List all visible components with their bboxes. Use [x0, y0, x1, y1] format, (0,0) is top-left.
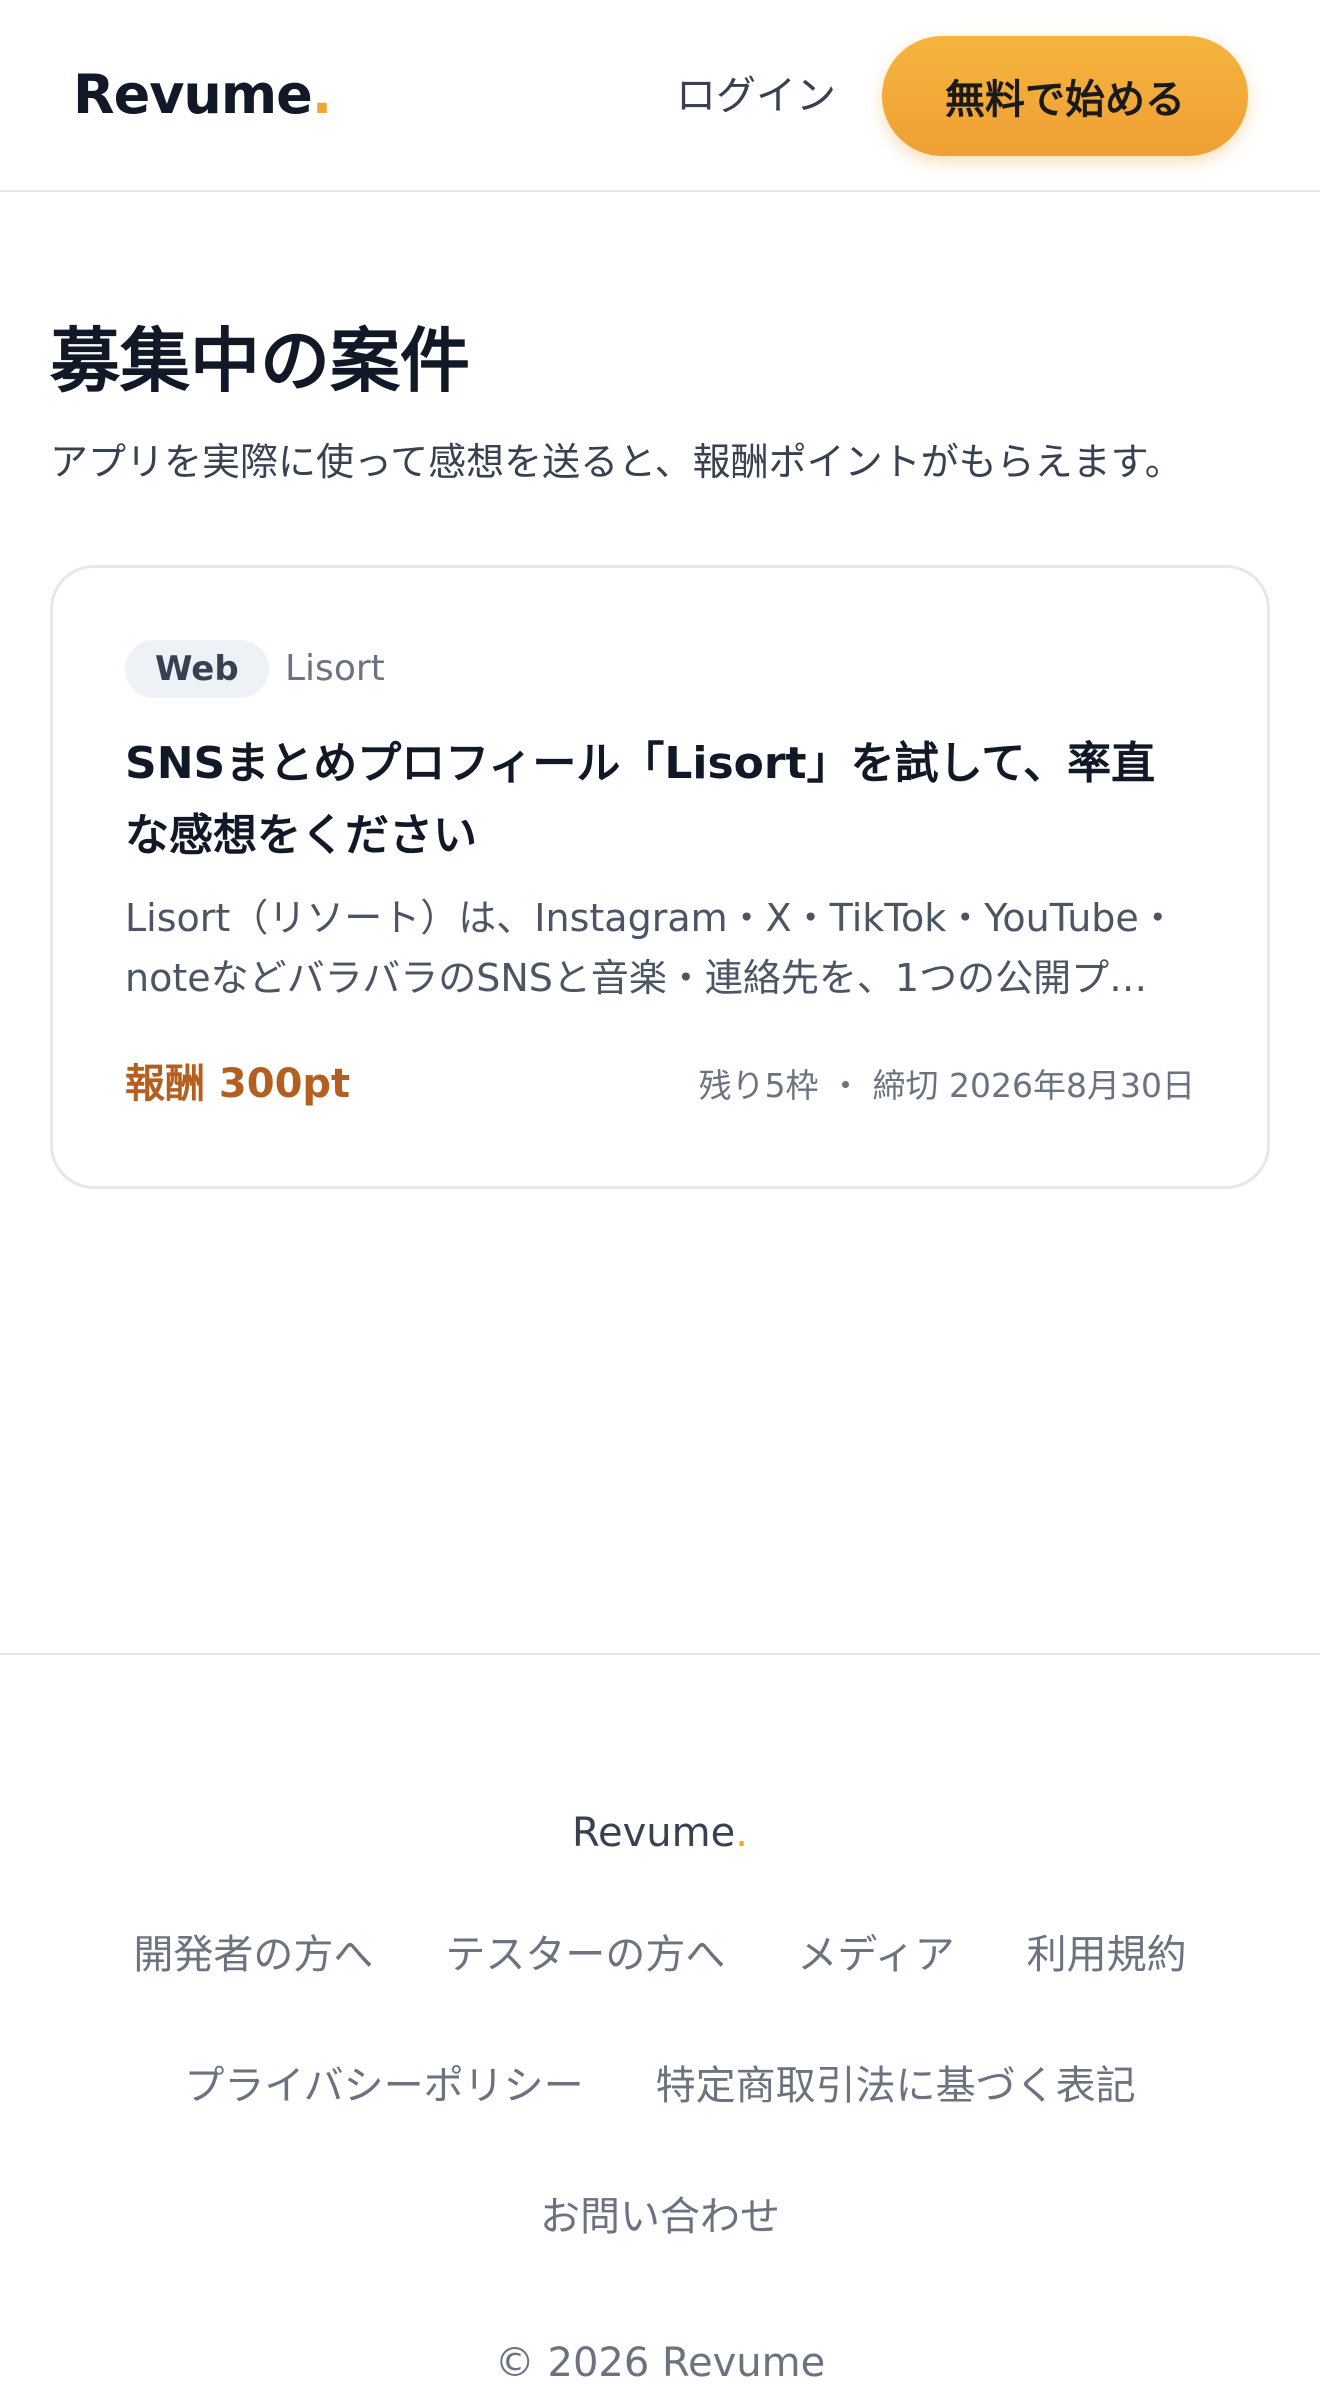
page-title: 募集中の案件: [50, 320, 470, 402]
footer-link-privacy[interactable]: プライバシーポリシー: [184, 2056, 583, 2187]
footer-link-terms[interactable]: 利用規約: [1027, 1925, 1187, 2056]
platform-tag: Web: [125, 640, 269, 698]
logo-text: Revume: [73, 63, 313, 126]
footer-links: 開発者の方へ テスターの方へ メディア 利用規約 プライバシーポリシー 特定商取…: [0, 1925, 1320, 2318]
footer-row: お問い合わせ: [0, 2187, 1320, 2318]
page-subtitle: アプリを実際に使って感想を送ると、報酬ポイントがもらえます。: [50, 440, 1183, 484]
site-footer: Revume. 開発者の方へ テスターの方へ メディア 利用規約 プライバシーポ…: [0, 1653, 1320, 2406]
start-free-button[interactable]: 無料で始める: [882, 36, 1248, 156]
footer-logo-dot: .: [735, 1810, 748, 1856]
logo-dot: .: [311, 63, 332, 126]
footer-row: 開発者の方へ テスターの方へ メディア 利用規約: [0, 1925, 1320, 2056]
site-header: Revume. ログイン 無料で始める: [0, 0, 1320, 192]
slots-deadline: 残り5枠 ・ 締切 2026年8月30日: [698, 1066, 1195, 1105]
logo[interactable]: Revume.: [73, 62, 332, 128]
project-card[interactable]: Web Lisort SNSまとめプロフィール「Lisort」を試して、率直な感…: [50, 565, 1270, 1189]
copyright: © 2026 Revume: [494, 2340, 826, 2386]
app-name: Lisort: [285, 648, 385, 689]
footer-link-media[interactable]: メディア: [797, 1925, 954, 2056]
project-title: SNSまとめプロフィール「Lisort」を試して、率直な感想をください: [125, 738, 1156, 861]
footer-link-commercial-law[interactable]: 特定商取引法に基づく表記: [656, 2056, 1136, 2187]
project-description: Lisort（リソート）は、Instagram・X・TikTok・YouTube…: [125, 896, 1177, 1000]
footer-link-developers[interactable]: 開発者の方へ: [133, 1925, 373, 2056]
footer-row: プライバシーポリシー 特定商取引法に基づく表記: [0, 2056, 1320, 2187]
footer-link-testers[interactable]: テスターの方へ: [445, 1925, 725, 2056]
footer-logo-text: Revume: [572, 1810, 736, 1856]
reward-points: 報酬 300pt: [125, 1061, 351, 1107]
login-link[interactable]: ログイン: [676, 66, 836, 126]
footer-logo[interactable]: Revume.: [0, 1805, 1320, 1861]
footer-link-contact[interactable]: お問い合わせ: [540, 2187, 780, 2318]
